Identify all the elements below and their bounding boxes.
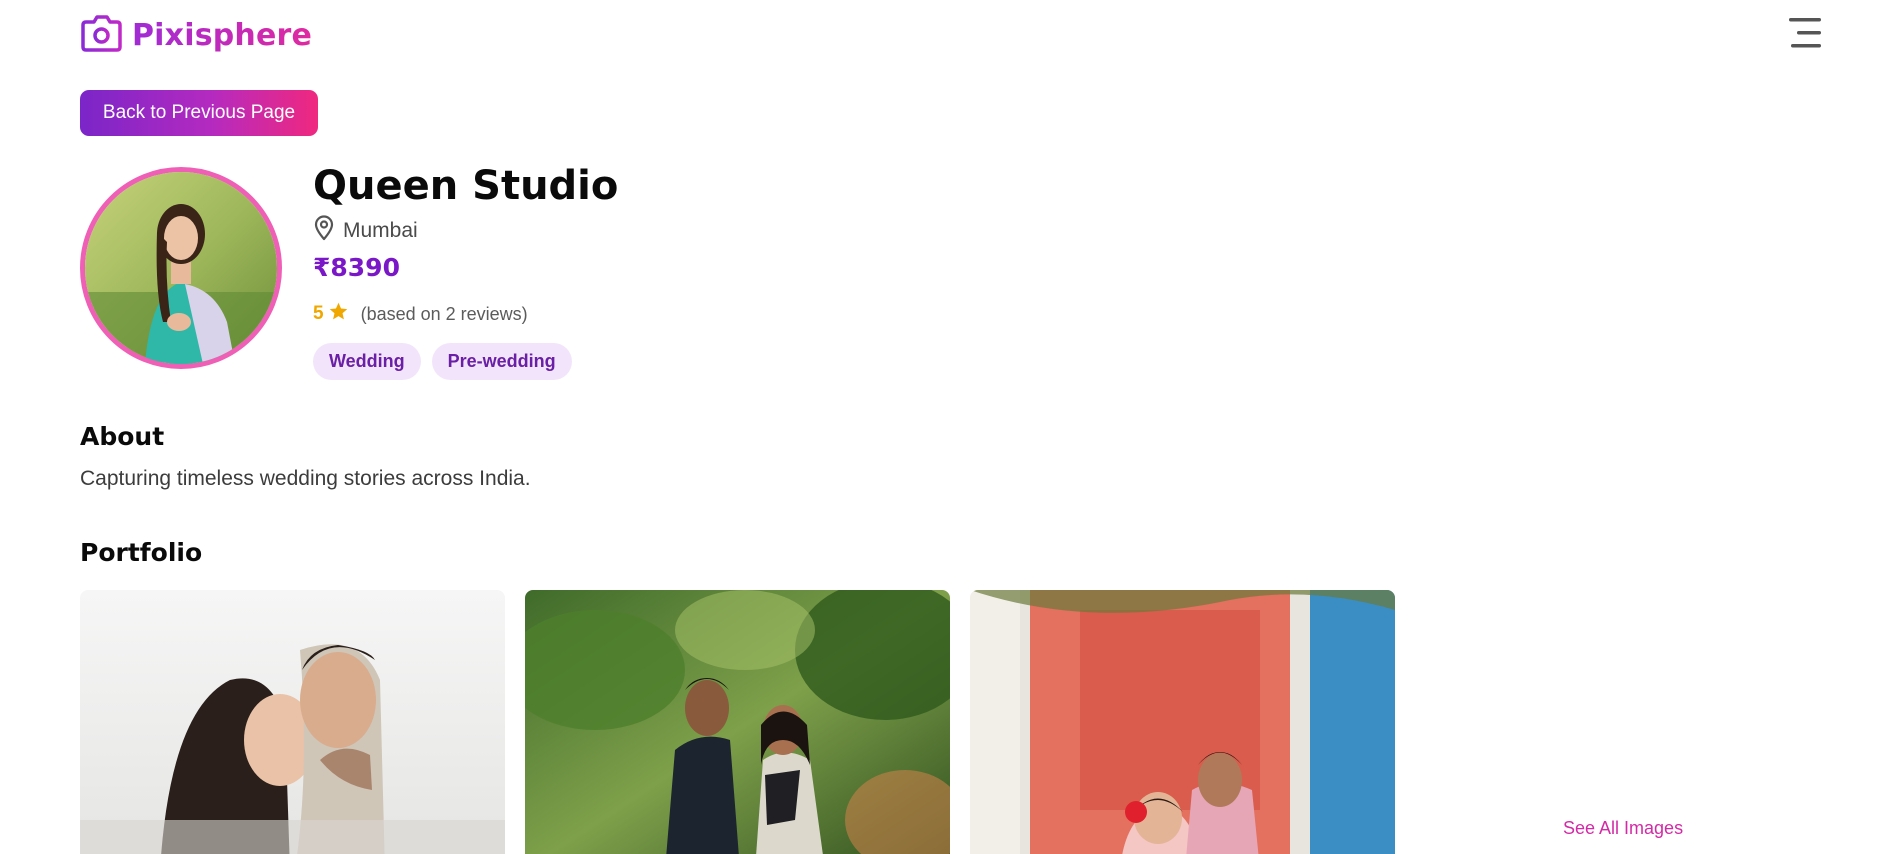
location-pin-icon [313, 215, 335, 246]
about-heading: About [80, 422, 165, 451]
portfolio-photo-3[interactable] [970, 590, 1395, 854]
tag-pre-wedding: Pre-wedding [431, 343, 572, 380]
camera-icon [81, 14, 122, 57]
location-text: Mumbai [343, 218, 418, 242]
studio-location: Mumbai [313, 215, 418, 246]
tag-wedding: Wedding [313, 343, 421, 380]
portfolio-photo-1[interactable] [80, 590, 505, 854]
brand-logo[interactable]: Pixisphere [81, 14, 312, 57]
portfolio-photo-2[interactable] [525, 590, 950, 854]
studio-name: Queen Studio [313, 163, 619, 209]
about-text: Capturing timeless wedding stories acros… [80, 467, 531, 490]
studio-price: ₹8390 [313, 253, 400, 282]
portfolio-heading: Portfolio [80, 538, 203, 567]
studio-rating: 5 (based on 2 reviews) [313, 301, 528, 327]
rating-value: 5 [313, 303, 324, 324]
menu-icon [1789, 18, 1821, 48]
top-header: Pixisphere [0, 0, 1894, 70]
back-to-previous-page-button[interactable]: Back to Previous Page [80, 90, 318, 136]
portfolio-gallery [80, 590, 1395, 854]
menu-button[interactable] [1787, 16, 1823, 50]
see-all-images-link[interactable]: See All Images [1563, 818, 1683, 839]
studio-avatar [80, 167, 282, 369]
category-tags: Wedding Pre-wedding [313, 343, 572, 380]
brand-name: Pixisphere [132, 18, 313, 53]
reviews-count: (based on 2 reviews) [360, 303, 528, 324]
star-icon [328, 301, 349, 327]
